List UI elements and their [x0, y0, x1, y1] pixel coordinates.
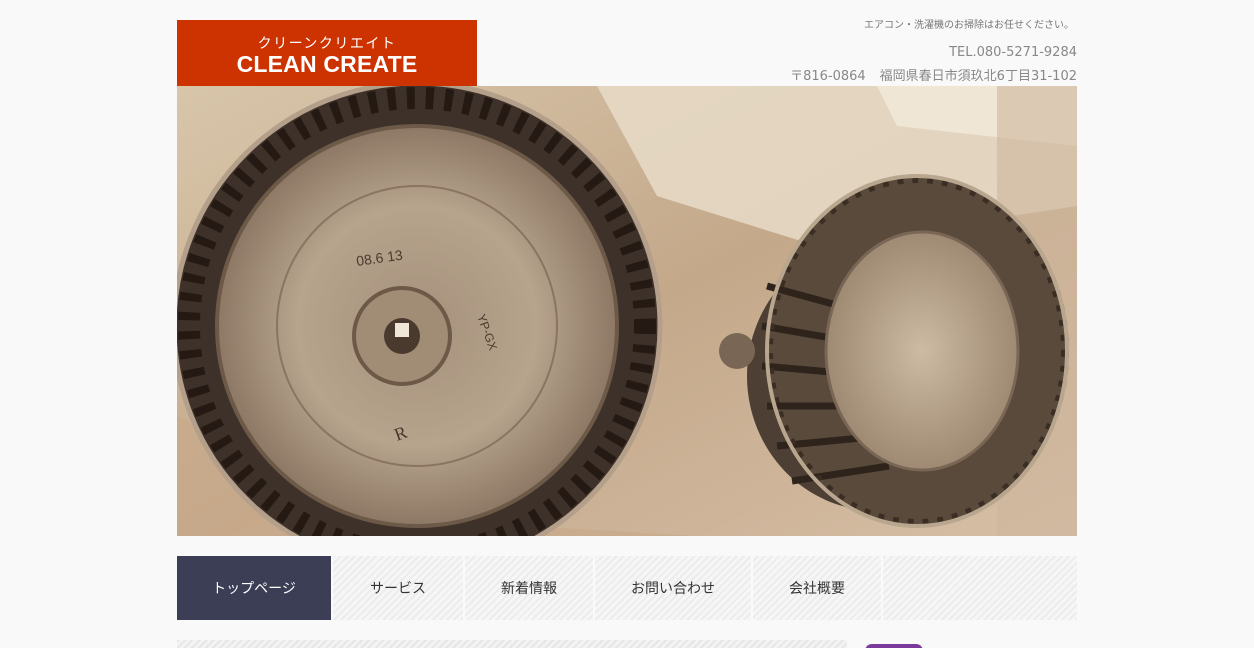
header-tagline: エアコン・洗濯機のお掃除はお任せください。: [864, 20, 1074, 31]
logo-english-text: CLEAN CREATE: [236, 51, 418, 77]
main-content-header: [177, 640, 847, 648]
hero-image-fan-wheels: 08.6 13 YP-GX R: [177, 86, 1077, 536]
nav-item-news[interactable]: 新着情報: [465, 556, 595, 620]
site-logo[interactable]: クリーンクリエイト CLEAN CREATE: [177, 20, 477, 86]
hero-illustration: 08.6 13 YP-GX R: [177, 86, 1077, 536]
postal-code: 〒816-0864: [790, 69, 866, 84]
nav-item-company[interactable]: 会社概要: [753, 556, 883, 620]
header-address: 〒816-0864 福岡県春日市須玖北6丁目31-102: [790, 65, 1077, 84]
nav-item-service[interactable]: サービス: [333, 556, 465, 620]
nav-item-contact[interactable]: お問い合わせ: [595, 556, 753, 620]
logo-kana-text: クリーンクリエイト: [257, 36, 397, 52]
page-container: クリーンクリエイト CLEAN CREATE エアコン・洗濯機のお掃除はお任せく…: [177, 0, 1077, 648]
global-navigation: トップページ サービス 新着情報 お問い合わせ 会社概要: [177, 556, 1077, 620]
sidebar-banner[interactable]: [865, 644, 923, 648]
header-phone: TEL.080-5271-9284: [949, 45, 1077, 60]
nav-item-top[interactable]: トップページ: [177, 556, 333, 620]
street-address: 福岡県春日市須玖北6丁目31-102: [879, 69, 1077, 84]
